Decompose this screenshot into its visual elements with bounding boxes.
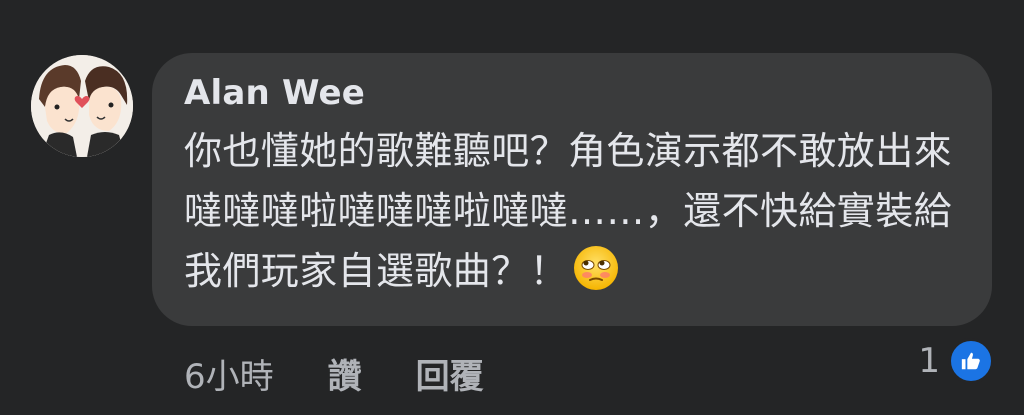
comment-bubble: Alan Wee 你也懂她的歌難聽吧？角色演示都不敢放出來噠噠噠啦噠噠噠啦噠噠…… <box>152 53 992 326</box>
flushed-rolling-eyes-emoji-icon <box>572 244 620 292</box>
reaction-summary[interactable]: 1 <box>918 336 994 386</box>
reply-button[interactable]: 回覆 <box>416 349 484 398</box>
comment-timestamp[interactable]: 6小時 <box>184 349 274 398</box>
comment-text: 你也懂她的歌難聽吧？角色演示都不敢放出來噠噠噠啦噠噠噠啦噠噠……，還不快給實裝給… <box>184 129 953 293</box>
avatar[interactable] <box>31 55 133 157</box>
comment-author[interactable]: Alan Wee <box>184 73 962 113</box>
avatar-illustration <box>31 55 133 157</box>
comment-message: 你也懂她的歌難聽吧？角色演示都不敢放出來噠噠噠啦噠噠噠啦噠噠……，還不快給實裝給… <box>184 121 964 301</box>
like-icon <box>948 338 994 384</box>
comment-actions: 6小時 讚 回覆 <box>184 348 484 398</box>
like-button[interactable]: 讚 <box>328 349 362 398</box>
reaction-count: 1 <box>918 341 940 381</box>
comment-item: Alan Wee 你也懂她的歌難聽吧？角色演示都不敢放出來噠噠噠啦噠噠噠啦噠噠…… <box>0 0 1024 415</box>
